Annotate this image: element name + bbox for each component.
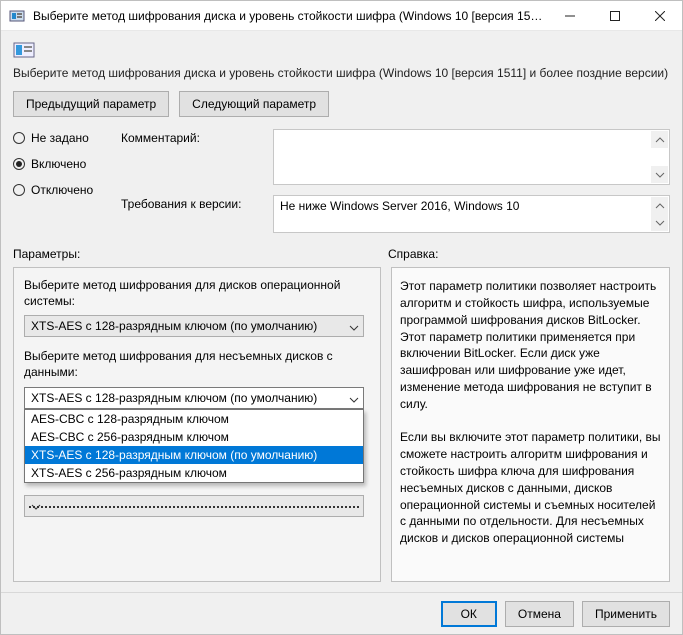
- help-label: Справка:: [388, 247, 438, 261]
- ok-button[interactable]: ОК: [441, 601, 497, 627]
- radio-disabled-label: Отключено: [31, 183, 93, 197]
- comment-value: [274, 130, 669, 136]
- parameters-pane: Выберите метод шифрования для дисков опе…: [13, 267, 381, 582]
- dropdown-option[interactable]: XTS-AES с 256-разрядным ключом: [25, 464, 363, 482]
- scroll-up-icon[interactable]: [651, 197, 668, 214]
- comment-label: Комментарий:: [121, 129, 269, 145]
- help-text: Этот параметр политики позволяет настрои…: [400, 278, 661, 547]
- policy-large-icon: [13, 39, 35, 61]
- radio-not-configured[interactable]: Не задано: [13, 131, 121, 145]
- dropdown-option[interactable]: AES-CBC с 128-разрядным ключом: [25, 410, 363, 428]
- os-drive-method-label: Выберите метод шифрования для дисков опе…: [24, 278, 370, 309]
- os-drive-method-select[interactable]: XTS-AES с 128-разрядным ключом (по умолч…: [24, 315, 364, 337]
- requirements-label: Требования к версии:: [121, 195, 269, 211]
- fixed-drive-method-select[interactable]: XTS-AES с 128-разрядным ключом (по умолч…: [24, 387, 364, 409]
- policy-description: Выберите метод шифрования диска и уровен…: [13, 65, 670, 81]
- chevron-down-icon: [349, 320, 359, 334]
- radio-not-configured-label: Не задано: [31, 131, 89, 145]
- scroll-down-icon[interactable]: [651, 214, 668, 231]
- radio-enabled[interactable]: Включено: [13, 157, 121, 171]
- minimize-button[interactable]: [547, 1, 592, 31]
- dropdown-option[interactable]: AES-CBC с 256-разрядным ключом: [25, 428, 363, 446]
- comment-textarea[interactable]: [273, 129, 670, 185]
- cancel-button[interactable]: Отмена: [505, 601, 574, 627]
- os-drive-method-value: XTS-AES с 128-разрядным ключом (по умолч…: [31, 319, 317, 333]
- titlebar: Выберите метод шифрования диска и уровен…: [1, 1, 682, 31]
- scroll-down-icon[interactable]: [651, 166, 668, 183]
- scroll-up-icon[interactable]: [651, 131, 668, 148]
- dialog-footer: ОК Отмена Применить: [1, 592, 682, 634]
- maximize-button[interactable]: [592, 1, 637, 31]
- radio-enabled-label: Включено: [31, 157, 86, 171]
- next-setting-button[interactable]: Следующий параметр: [179, 91, 329, 117]
- fixed-drive-method-value: XTS-AES с 128-разрядным ключом (по умолч…: [31, 391, 317, 405]
- dropdown-option-selected[interactable]: XTS-AES с 128-разрядным ключом (по умолч…: [25, 446, 363, 464]
- help-pane: Этот параметр политики позволяет настрои…: [391, 267, 670, 582]
- fixed-drive-method-label: Выберите метод шифрования для несъемных …: [24, 349, 370, 380]
- policy-icon: [9, 8, 25, 24]
- requirements-value: Не ниже Windows Server 2016, Windows 10: [274, 196, 669, 216]
- removable-drive-method-select[interactable]: [24, 495, 364, 517]
- fixed-drive-method-dropdown: AES-CBC с 128-разрядным ключом AES-CBC с…: [24, 409, 364, 483]
- apply-button[interactable]: Применить: [582, 601, 670, 627]
- previous-setting-button[interactable]: Предыдущий параметр: [13, 91, 169, 117]
- chevron-down-icon: [349, 392, 359, 406]
- window-title: Выберите метод шифрования диска и уровен…: [33, 9, 547, 23]
- requirements-textarea[interactable]: Не ниже Windows Server 2016, Windows 10: [273, 195, 670, 233]
- close-button[interactable]: [637, 1, 682, 31]
- radio-disabled[interactable]: Отключено: [13, 183, 121, 197]
- parameters-label: Параметры:: [13, 247, 388, 261]
